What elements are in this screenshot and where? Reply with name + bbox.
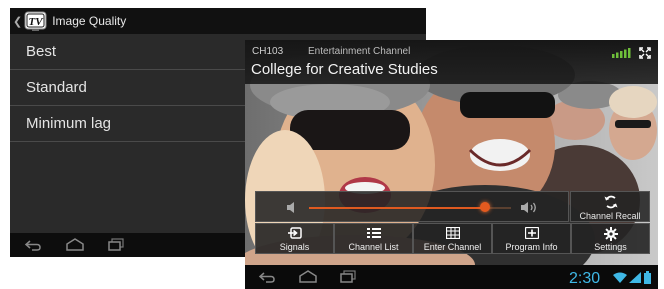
cellular-signal-icon xyxy=(629,272,641,283)
settings-button[interactable]: Settings xyxy=(571,223,650,254)
battery-icon xyxy=(644,271,651,284)
channel-recall-icon xyxy=(604,195,618,209)
playback-controls: Channel Recall Signals Channel List Ente… xyxy=(255,191,650,254)
volume-high-icon[interactable] xyxy=(520,201,540,214)
signals-label: Signals xyxy=(279,242,310,252)
enter-channel-button[interactable]: Enter Channel xyxy=(413,223,492,254)
screen-title: Image Quality xyxy=(52,14,127,28)
home-icon[interactable] xyxy=(65,237,85,252)
channel-name: Entertainment Channel xyxy=(308,46,411,57)
channel-recall-label: Channel Recall xyxy=(579,211,641,221)
channel-recall-button[interactable]: Channel Recall xyxy=(570,191,650,222)
channel-list-label: Channel List xyxy=(348,242,399,252)
tv-player-screen: CH103 Entertainment Channel College for … xyxy=(245,40,658,289)
program-info-button[interactable]: Program Info xyxy=(492,223,571,254)
program-info-icon xyxy=(524,227,539,239)
channel-list-icon xyxy=(366,228,381,238)
up-chevron-icon[interactable]: ❮ xyxy=(13,15,22,28)
home-icon[interactable] xyxy=(298,269,318,284)
keypad-icon xyxy=(445,227,460,239)
back-icon[interactable] xyxy=(24,238,42,252)
action-bar: ❮ TV Image Quality xyxy=(10,8,426,34)
tv-logo-text: TV xyxy=(29,16,45,28)
program-info-label: Program Info xyxy=(505,242,558,252)
control-buttons: Signals Channel List Enter Channel Progr… xyxy=(255,223,650,254)
back-icon[interactable] xyxy=(258,270,276,284)
signals-button[interactable]: Signals xyxy=(255,223,334,254)
settings-label: Settings xyxy=(594,242,627,252)
tv-app-logo[interactable]: TV xyxy=(24,11,47,32)
volume-low-icon[interactable] xyxy=(286,201,300,214)
signals-icon xyxy=(287,227,302,239)
status-clock: 2:30 xyxy=(569,270,601,287)
channel-info-bar: CH103 Entertainment Channel College for … xyxy=(245,40,658,84)
quality-option-best[interactable]: Best xyxy=(10,34,246,70)
channel-number: CH103 xyxy=(252,46,284,57)
volume-slider-thumb[interactable] xyxy=(479,202,490,212)
recent-apps-icon[interactable] xyxy=(107,238,125,252)
recent-apps-icon[interactable] xyxy=(339,270,357,284)
program-title: College for Creative Studies xyxy=(251,61,438,78)
gear-icon xyxy=(603,227,618,241)
signal-strength-icon xyxy=(612,48,631,58)
wifi-icon xyxy=(613,272,627,283)
quality-options-list: Best Standard Minimum lag xyxy=(10,34,246,142)
volume-control xyxy=(255,191,569,222)
quality-option-standard[interactable]: Standard xyxy=(10,70,246,106)
enter-channel-label: Enter Channel xyxy=(423,242,482,252)
system-bar: 2:30 xyxy=(245,265,658,289)
volume-slider-fill xyxy=(309,207,485,209)
channel-list-button[interactable]: Channel List xyxy=(334,223,413,254)
quality-option-minimum-lag[interactable]: Minimum lag xyxy=(10,106,246,142)
volume-slider[interactable] xyxy=(309,202,511,212)
fullscreen-icon[interactable] xyxy=(639,47,651,59)
